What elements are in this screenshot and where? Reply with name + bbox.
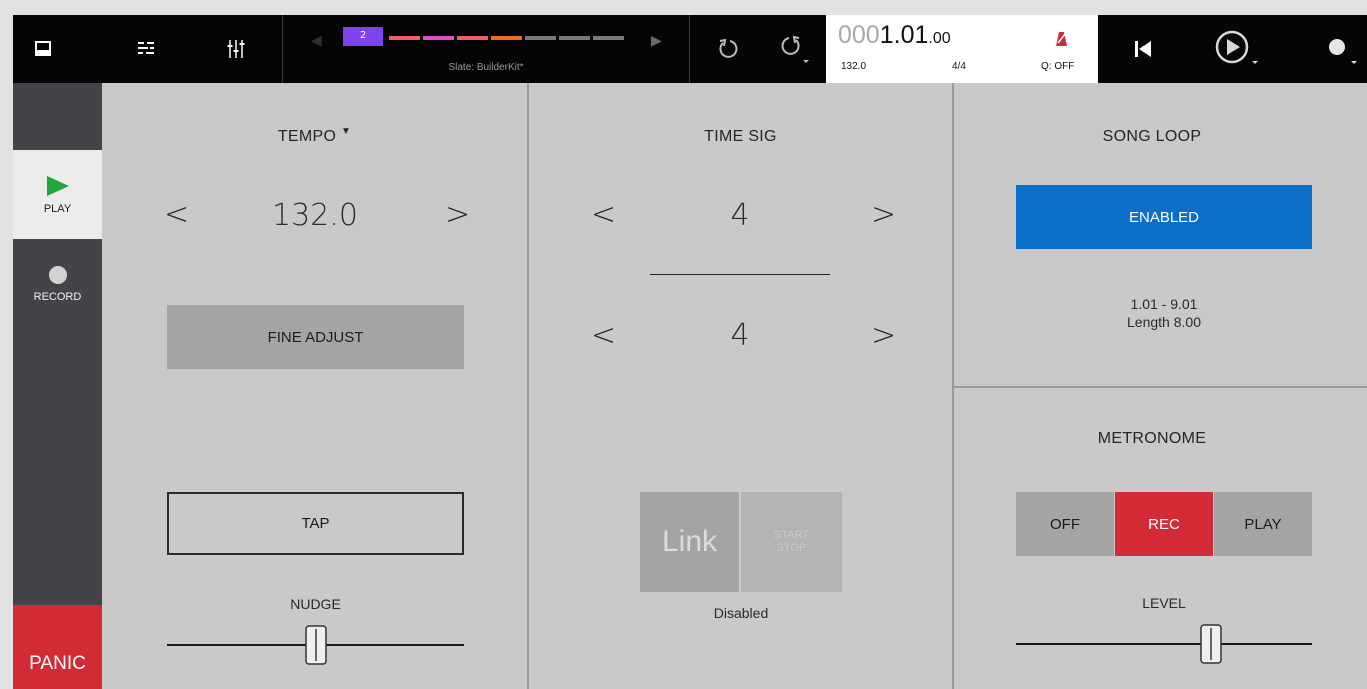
tempo-value[interactable]: 132.0 [202, 198, 428, 233]
link-label: Link [661, 525, 718, 558]
app-window: ◀ 2 ▶ Slate: BuilderKit* 0001.01.00 132.… [13, 15, 1367, 689]
drawer-icon [35, 41, 51, 56]
tempo-title: TEMPO [277, 128, 337, 145]
position-counter[interactable]: 0001.01.00 132.0 4/4 Q: OFF [826, 15, 1098, 83]
time-sig-readout: 4/4 [952, 61, 966, 72]
tempo-title-row[interactable]: TEMPO ▼ [102, 126, 527, 146]
nudge-slider-thumb[interactable] [304, 625, 327, 665]
denominator-increment-button[interactable]: > [871, 321, 896, 351]
panic-button[interactable]: PANIC [13, 605, 102, 689]
numerator-decrement-button[interactable]: < [591, 200, 616, 230]
fine-adjust-button[interactable]: FINE ADJUST [167, 305, 464, 369]
redo-icon [781, 35, 809, 63]
loop-length: Length 8.00 [1127, 314, 1201, 330]
link-button[interactable]: Link [640, 492, 739, 592]
slate-selector[interactable]: ◀ 2 ▶ Slate: BuilderKit* [283, 15, 689, 83]
slate-segment [559, 36, 590, 40]
time-sig-panel: TIME SIG < 4 > < 4 > Link START STOP Dis… [529, 83, 952, 689]
quantize-readout[interactable]: Q: OFF [1041, 61, 1074, 72]
divider [689, 15, 690, 83]
play-button[interactable] [1206, 15, 1266, 83]
slate-segment [457, 36, 488, 40]
metronome-off-button[interactable]: OFF [1016, 492, 1114, 556]
level-label: LEVEL [1142, 595, 1186, 611]
record-icon [1329, 39, 1357, 64]
slate-segment [491, 36, 522, 40]
mixer-button[interactable] [211, 15, 261, 83]
nudge-label: NUDGE [290, 596, 341, 612]
level-slider-thumb[interactable] [1200, 624, 1223, 664]
record-button[interactable] [1303, 15, 1367, 83]
play-mode-button[interactable]: PLAY [13, 150, 102, 239]
metronome-icon[interactable] [1052, 31, 1068, 47]
play-mode-label: PLAY [43, 202, 72, 215]
slate-name: Slate: BuilderKit* [448, 62, 524, 73]
play-icon [46, 175, 69, 196]
metronome-panel: METRONOME OFF REC PLAY LEVEL [954, 388, 1367, 689]
slate-segment [389, 36, 420, 40]
undo-icon [719, 38, 738, 58]
time-sig-title: TIME SIG [704, 128, 777, 145]
undo-button[interactable] [703, 15, 753, 83]
record-mode-label: RECORD [33, 290, 82, 303]
tempo-panel: TEMPO ▼ < 132.0 > FINE ADJUST TAP NUDGE [102, 83, 527, 689]
dropdown-icon: ▼ [340, 126, 352, 137]
slate-prev-icon[interactable]: ◀ [311, 33, 322, 49]
list-icon [138, 42, 154, 54]
tempo-decrement-button[interactable]: < [164, 200, 189, 230]
slate-pad-badge: 2 [343, 27, 383, 46]
redo-button[interactable] [769, 15, 819, 83]
position-readout: 0001.01.00 [838, 21, 951, 49]
skip-back-button[interactable] [1118, 15, 1168, 83]
link-status: Disabled [713, 605, 769, 621]
skip-back-icon [1135, 41, 1151, 57]
slate-segment [423, 36, 454, 40]
denominator-value[interactable]: 4 [651, 318, 829, 353]
tempo-increment-button[interactable]: > [445, 200, 470, 230]
start-stop-button[interactable]: START STOP [741, 492, 842, 592]
top-bar: ◀ 2 ▶ Slate: BuilderKit* 0001.01.00 132.… [13, 15, 1367, 83]
mixer-icon [227, 40, 245, 58]
slate-next-icon[interactable]: ▶ [651, 33, 662, 49]
slate-segment [525, 36, 556, 40]
song-loop-enabled-button[interactable]: ENABLED [1016, 185, 1312, 249]
record-icon [48, 265, 67, 284]
song-loop-panel: SONG LOOP ENABLED 1.01 - 9.01 Length 8.0… [954, 83, 1367, 386]
browser-button[interactable] [13, 15, 73, 83]
metronome-play-button[interactable]: PLAY [1214, 492, 1312, 556]
slate-segment [593, 36, 624, 40]
numerator-value[interactable]: 4 [651, 198, 829, 233]
metronome-title: METRONOME [1097, 430, 1207, 447]
list-button[interactable] [121, 15, 171, 83]
loop-range: 1.01 - 9.01 [1130, 296, 1198, 312]
metronome-rec-button[interactable]: REC [1115, 492, 1213, 556]
tap-tempo-button[interactable]: TAP [167, 492, 464, 555]
level-slider-track[interactable] [1016, 643, 1312, 645]
play-icon [1215, 30, 1258, 64]
song-loop-title: SONG LOOP [1102, 128, 1202, 145]
fraction-line [650, 274, 830, 275]
mode-sidebar: PLAY RECORD PANIC [13, 83, 102, 689]
start-stop-label: START STOP [774, 529, 810, 554]
denominator-decrement-button[interactable]: < [591, 321, 616, 351]
numerator-increment-button[interactable]: > [871, 200, 896, 230]
record-mode-button[interactable]: RECORD [13, 239, 102, 328]
tempo-readout: 132.0 [841, 61, 867, 72]
